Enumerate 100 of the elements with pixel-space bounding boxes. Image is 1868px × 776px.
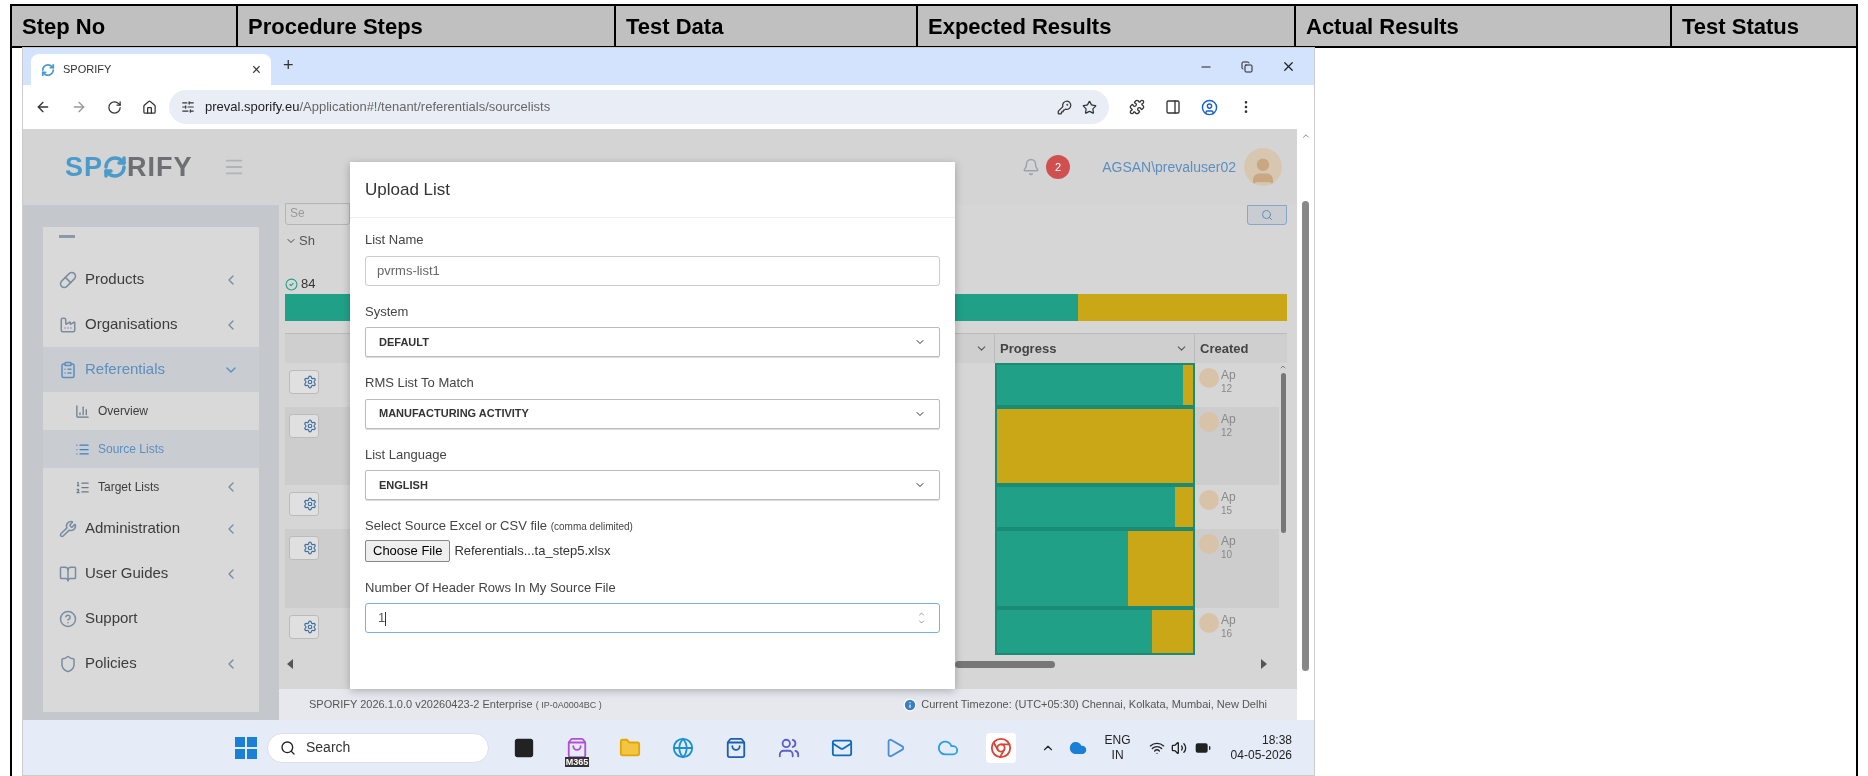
taskbar-search[interactable]: Search	[267, 732, 489, 763]
reload-icon[interactable]	[107, 99, 122, 115]
summary-progress-start	[285, 294, 350, 321]
count-text: 84	[301, 275, 316, 294]
logo: SP RIFY	[65, 150, 193, 184]
sidebar-item[interactable]: Administration	[43, 506, 259, 551]
table-header-cell: Expected Results	[918, 6, 1296, 46]
people-icon	[778, 736, 800, 759]
created-date: 12	[1221, 382, 1234, 396]
close-icon[interactable]	[1281, 59, 1296, 74]
scroll-up-icon[interactable]	[1300, 131, 1311, 141]
avatar	[1199, 534, 1219, 554]
table-header-cell: Procedure Steps	[238, 6, 616, 46]
restore-icon[interactable]	[1241, 60, 1253, 73]
select-field[interactable]: MANUFACTURING ACTIVITY	[365, 398, 940, 429]
select-field[interactable]: DEFAULT	[365, 327, 940, 357]
star-icon[interactable]	[1082, 99, 1097, 115]
column-header[interactable]: Created	[1195, 334, 1287, 363]
notification-badge: 2	[1046, 155, 1071, 179]
language-indicator[interactable]: ENG IN	[1104, 732, 1131, 763]
sidebar-subitem[interactable]: Target Lists	[43, 468, 259, 506]
field-label: Number Of Header Rows In My Source File	[365, 578, 617, 597]
select-field[interactable]: ENGLISH	[365, 470, 940, 500]
site-settings-icon[interactable]	[181, 100, 195, 114]
field-label: List Name	[365, 231, 425, 249]
settings-icon	[303, 375, 317, 389]
list-icon	[75, 403, 90, 419]
folder-icon	[619, 736, 641, 759]
address-bar[interactable]: preval.sporify.eu/Application#!/tenant/referentials/sourcelists	[169, 90, 1109, 124]
side-panel-icon[interactable]	[1165, 99, 1181, 115]
settings-icon	[303, 497, 317, 511]
choose-file-button[interactable]: Choose File	[365, 539, 451, 562]
close-tab-button[interactable]: ×	[251, 57, 261, 82]
extensions-icon[interactable]	[1129, 99, 1145, 115]
search-icon	[1261, 209, 1273, 221]
sidebar-item[interactable]: Support	[43, 596, 259, 641]
settings-button[interactable]	[289, 370, 319, 394]
scroll-up-icon[interactable]	[1279, 363, 1287, 371]
avatar	[1199, 368, 1219, 388]
settings-button[interactable]	[289, 615, 319, 639]
file-name: Referentials...ta_step5.xlsx	[454, 541, 611, 560]
sidebar-subitem[interactable]: Overview	[43, 392, 259, 430]
avatar	[1199, 613, 1219, 633]
browser-tab[interactable]: SPORIFY ×	[31, 54, 271, 85]
created-date: 16	[1221, 627, 1234, 641]
settings-icon	[303, 620, 317, 634]
field-label: List Language	[365, 445, 448, 464]
browser-icon	[990, 736, 1012, 759]
avatar	[1199, 412, 1219, 432]
table-header-cell: Test Data	[616, 6, 918, 46]
settings-button[interactable]	[289, 536, 319, 560]
store-icon	[725, 736, 747, 759]
field-label: RMS List To Match	[365, 374, 475, 392]
created-date: 15	[1221, 504, 1234, 518]
sidebar-item[interactable]: Policies	[43, 641, 259, 686]
created-date: 12	[1221, 426, 1234, 440]
created-date: 10	[1221, 548, 1234, 562]
scrollbar-thumb[interactable]	[1302, 201, 1309, 671]
volume-icon[interactable]	[1170, 739, 1187, 756]
text-field[interactable]: pvrms-list1	[365, 255, 940, 286]
forward-icon[interactable]	[71, 99, 87, 115]
check-circle-icon	[285, 277, 298, 291]
search-icon	[280, 739, 296, 756]
profile-icon[interactable]	[1201, 98, 1218, 116]
field-label: System	[365, 302, 410, 321]
site-icon	[41, 62, 55, 77]
settings-button[interactable]	[289, 492, 319, 516]
sidebar-item[interactable]: Organisations	[43, 302, 259, 347]
info-icon	[903, 697, 918, 712]
app-icon	[566, 736, 588, 759]
sidebar-item[interactable]: User Guides	[43, 551, 259, 596]
toggle-link[interactable]: Sh	[299, 231, 315, 251]
creator-name: Ap	[1221, 534, 1236, 548]
windows-start-icon[interactable]	[235, 736, 257, 759]
spinner-icon	[916, 610, 927, 626]
home-icon[interactable]	[142, 99, 157, 115]
creator-name: Ap	[1221, 490, 1236, 504]
settings-button[interactable]	[289, 414, 319, 438]
version-text: SPORIFY 2026.1.0.0 v20260423-2 Enterprise ( IP-0A0004BC )	[309, 697, 602, 713]
window-icon	[513, 736, 535, 759]
scrollbar-thumb[interactable]	[1280, 373, 1286, 533]
settings-icon	[303, 541, 317, 555]
timezone-text: Current Timezone: (UTC+05:30) Chennai, Kolkata, Mumbai, New Delhi	[921, 697, 1267, 713]
field-label: Select Source Excel or CSV file (comma delimited)	[365, 517, 634, 535]
avatar	[1199, 490, 1219, 510]
creator-name: Ap	[1221, 412, 1236, 426]
app-label: M365	[564, 756, 590, 767]
key-icon[interactable]	[1057, 99, 1072, 115]
new-tab-button[interactable]: +	[283, 52, 294, 79]
table-header-cell-text: Test Status	[1681, 12, 1800, 41]
partial-item-icon	[59, 235, 75, 238]
clock[interactable]: 18:38 04-05-2026	[1230, 732, 1292, 763]
creator-name: Ap	[1221, 613, 1236, 627]
globe-icon	[672, 736, 694, 759]
number-field[interactable]: 1	[365, 603, 940, 633]
scroll-right-icon	[1261, 659, 1267, 669]
sidebar-item[interactable]: Products	[43, 257, 259, 302]
table-header-cell: Step No	[12, 6, 238, 46]
back-icon[interactable]	[35, 99, 51, 115]
table-header-cell: Actual Results	[1296, 6, 1672, 46]
